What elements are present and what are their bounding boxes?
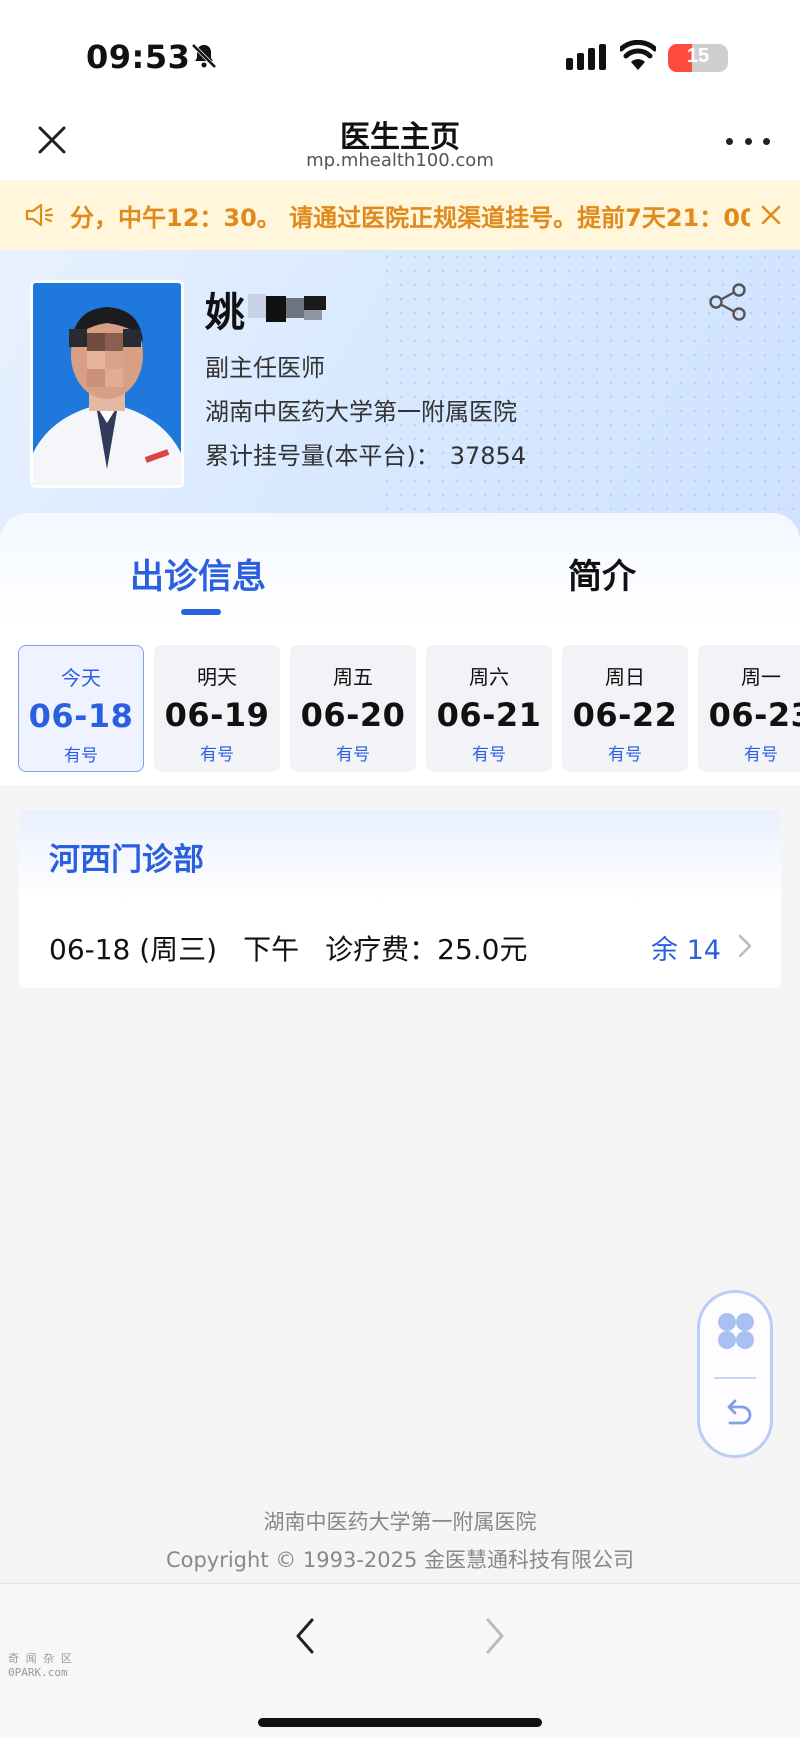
signal-icon [566,44,606,70]
slot-remaining: 余 14 [651,935,721,966]
date-strip: 今天 06-18 有号 明天 06-19 有号 周五 06-20 有号 周六 0… [0,625,800,785]
floating-widget [697,1290,773,1458]
return-icon[interactable] [720,1395,754,1429]
status-bar: 09:53 15 [0,0,800,110]
home-indicator[interactable] [258,1718,542,1727]
doctor-title: 副主任医师 [205,354,325,382]
status-time: 09:53 [86,38,191,76]
date-date: 06-23 [708,696,800,734]
date-card[interactable]: 明天 06-19 有号 [154,645,280,772]
date-day: 周日 [605,665,645,689]
name-blur [248,294,326,322]
watermark-line2: 0PARK.com [8,1666,68,1679]
slot-date: 06-18 (周三) [49,933,218,966]
footer-hospital: 湖南中医药大学第一附属医院 [263,1510,537,1534]
count-label: 累计挂号量(本平台)： [205,442,440,470]
nav-header: 医生主页 mp.mhealth100.com [0,110,800,180]
clinic-card[interactable]: 河西门诊部 06-18 (周三) 下午 诊疗费：25.0元 余 14 [19,810,781,988]
doctor-avatar [30,280,184,488]
wifi-icon [620,40,656,70]
date-day: 明天 [197,665,237,689]
slot-fee: 诊疗费：25.0元 [325,933,528,966]
back-arrow-icon[interactable] [290,1614,322,1658]
clinic-slot-row: 06-18 (周三) 下午 诊疗费：25.0元 [49,928,554,968]
date-date: 06-20 [300,696,406,734]
chevron-right-icon [738,934,752,958]
date-card[interactable]: 今天 06-18 有号 [18,645,144,772]
date-date: 06-21 [436,696,542,734]
date-card[interactable]: 周日 06-22 有号 [562,645,688,772]
page-url: mp.mhealth100.com [306,150,494,171]
notice-text: 分，中午12：30。 请通过医院正规渠道挂号。提前7天21：00 [70,204,750,232]
date-card[interactable]: 周五 06-20 有号 [290,645,416,772]
date-card[interactable]: 周一 06-23 有号 [698,645,800,772]
widget-divider [714,1377,756,1379]
doctor-hospital: 湖南中医药大学第一附属医院 [205,398,517,426]
speaker-icon [25,203,54,227]
date-date: 06-19 [164,696,270,734]
slot-period: 下午 [243,933,300,966]
battery-level: 15 [686,45,710,67]
tab-underline [181,609,221,615]
more-icon[interactable] [726,126,770,156]
notice-close-icon[interactable] [756,200,786,230]
grid-icon[interactable] [716,1311,756,1351]
date-day: 周六 [469,665,509,689]
battery-icon: 15 [668,44,728,72]
footer: 湖南中医药大学第一附属医院 Copyright © 1993-2025 金医慧通… [0,1506,800,1574]
watermark: 奇 闻 杂 区 0PARK.com [8,1652,72,1680]
date-date: 06-22 [572,696,678,734]
clinic-name: 河西门诊部 [49,842,204,878]
forward-arrow-icon[interactable] [478,1614,510,1658]
count-value: 37854 [449,442,527,470]
date-card[interactable]: 周六 06-21 有号 [426,645,552,772]
browser-bottom-bar: 奇 闻 杂 区 0PARK.com [0,1583,800,1738]
date-status: 有号 [64,746,98,766]
date-date: 06-18 [28,697,134,735]
doctor-name: 姚 [205,290,245,336]
watermark-line1: 奇 闻 杂 区 [8,1652,72,1665]
tab-intro[interactable]: 简介 [568,549,636,598]
tab-bar: 出诊信息 简介 [0,513,800,625]
date-status: 有号 [744,745,778,765]
notice-banner: 分，中午12：30。 请通过医院正规渠道挂号。提前7天21：00 [0,180,800,250]
mute-bell-icon [191,43,217,69]
date-status: 有号 [472,745,506,765]
date-status: 有号 [336,745,370,765]
share-icon[interactable] [706,280,750,324]
doctor-profile: 姚 副主任医师 湖南中医药大学第一附属医院 累计挂号量(本平台)： 37854 [0,250,800,540]
date-day: 今天 [61,666,101,690]
date-status: 有号 [608,745,642,765]
date-status: 有号 [200,745,234,765]
date-day: 周五 [333,665,373,689]
date-day: 周一 [741,665,781,689]
footer-copyright: Copyright © 1993-2025 金医慧通科技有限公司 [165,1548,635,1572]
appointment-count: 累计挂号量(本平台)： 37854 [205,436,526,471]
tab-schedule[interactable]: 出诊信息 [130,549,266,598]
